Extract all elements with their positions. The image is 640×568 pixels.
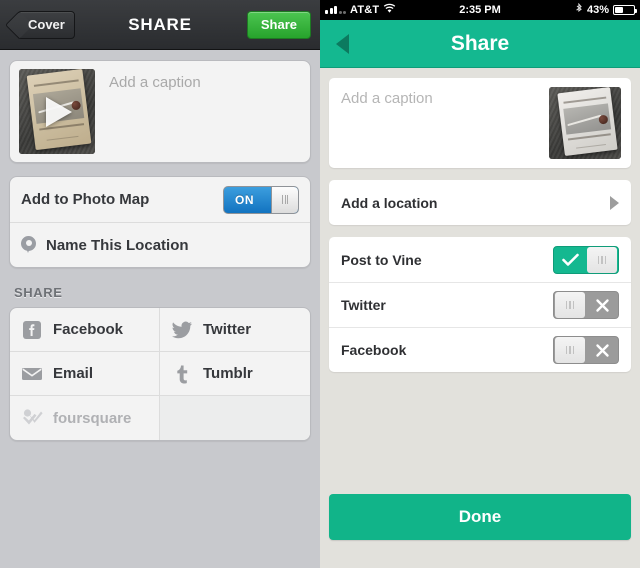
share-service-label: Twitter [203, 321, 252, 338]
cross-icon [586, 298, 618, 313]
share-grid-empty-cell [160, 396, 310, 440]
name-location-row[interactable]: Name This Location [10, 222, 310, 267]
share-service-twitter[interactable]: Twitter [160, 308, 310, 352]
add-location-row[interactable]: Add a location [329, 180, 631, 225]
left-location-group: Add to Photo Map ON Name This Location [9, 176, 311, 268]
video-thumbnail[interactable] [549, 87, 621, 159]
share-service-label: Facebook [53, 321, 124, 338]
share-section-header: SHARE [14, 285, 63, 300]
facebook-icon [21, 319, 43, 341]
toggle-row-facebook[interactable]: Facebook [329, 327, 631, 372]
toggle-row-post-to-vine[interactable]: Post to Vine [329, 237, 631, 282]
right-panel-vine-share: AT&T 2:35 PM 43% Share Add a caption Add… [320, 0, 640, 568]
share-service-tumblr[interactable]: Tumblr [160, 352, 310, 396]
book-text-line [33, 80, 79, 88]
status-bar-time: 2:35 PM [459, 4, 501, 16]
left-content-area: Add a caption Add to Photo Map ON Name T… [0, 50, 320, 568]
share-service-label: Email [53, 365, 94, 382]
post-to-vine-toggle[interactable] [553, 245, 619, 274]
share-service-label: foursquare [53, 409, 132, 427]
add-location-card: Add a location [329, 180, 631, 225]
photo-map-row[interactable]: Add to Photo Map ON [10, 177, 310, 222]
toggle-knob [271, 186, 298, 213]
toggle-knob [587, 246, 617, 273]
share-submit-button[interactable]: Share [246, 10, 311, 39]
name-location-label: Name This Location [46, 236, 189, 254]
share-submit-label: Share [260, 17, 297, 32]
photo-map-label: Add to Photo Map [21, 191, 150, 208]
right-navigation-bar: Share [320, 20, 640, 68]
toggle-knob [555, 337, 585, 363]
share-service-email[interactable]: Email [10, 352, 160, 396]
twitter-bird-icon [171, 319, 193, 341]
video-thumbnail-with-play-overlay[interactable] [19, 69, 95, 154]
map-pin-icon [21, 236, 36, 254]
share-services-grid: Facebook Twitter Email Tumblr foursquare [9, 307, 311, 441]
done-button-label: Done [458, 507, 502, 526]
battery-icon [613, 5, 637, 15]
toggle-label: Twitter [341, 297, 386, 313]
share-service-facebook[interactable]: Facebook [10, 308, 160, 352]
checkmark-icon [554, 253, 586, 267]
book-text-line [47, 136, 79, 141]
envelope-icon [21, 363, 43, 385]
right-page-title: Share [450, 31, 510, 55]
toggle-label: Facebook [341, 342, 407, 358]
thumbnail-book-image [556, 87, 618, 157]
book-text-line [567, 132, 611, 140]
thumbnail-inner [549, 87, 621, 159]
photo-map-toggle[interactable]: ON [223, 185, 299, 214]
share-service-label: Tumblr [203, 365, 253, 382]
add-location-label: Add a location [341, 194, 438, 211]
share-service-foursquare[interactable]: foursquare [10, 396, 160, 440]
tumblr-icon [171, 363, 193, 385]
screenshot-root: Cover SHARE Share Add a caption Add to P… [0, 0, 640, 568]
right-caption-card[interactable]: Add a caption [329, 78, 631, 168]
right-caption-placeholder: Add a caption [341, 90, 433, 107]
left-caption-placeholder: Add a caption [109, 74, 201, 91]
chevron-right-icon [610, 195, 619, 210]
cross-icon [586, 343, 618, 358]
toggle-row-twitter[interactable]: Twitter [329, 282, 631, 327]
facebook-toggle[interactable] [553, 336, 619, 364]
book-bead-detail [597, 114, 608, 125]
photo-map-toggle-state: ON [235, 192, 254, 207]
done-button[interactable]: Done [329, 494, 631, 540]
toggle-knob [555, 292, 585, 318]
twitter-toggle[interactable] [553, 291, 619, 319]
play-icon [46, 96, 72, 127]
book-text-line [575, 143, 606, 149]
back-triangle-icon[interactable] [336, 33, 349, 54]
cover-back-button[interactable]: Cover [17, 10, 75, 39]
foursquare-icon [21, 407, 43, 429]
toggle-label: Post to Vine [341, 251, 422, 268]
cover-back-label: Cover [28, 17, 65, 32]
done-button-area: Done [329, 494, 631, 568]
left-navigation-bar: Cover SHARE Share [0, 0, 320, 50]
ios-status-bar: AT&T 2:35 PM 43% [320, 0, 640, 20]
book-text-line [563, 96, 606, 104]
right-content-area: Add a caption Add a location Post to Vin… [320, 68, 640, 568]
left-caption-card[interactable]: Add a caption [9, 60, 311, 163]
share-toggles-card: Post to Vine Twitter Facebook [329, 237, 631, 372]
left-panel-ios-share-sheet: Cover SHARE Share Add a caption Add to P… [0, 0, 320, 568]
